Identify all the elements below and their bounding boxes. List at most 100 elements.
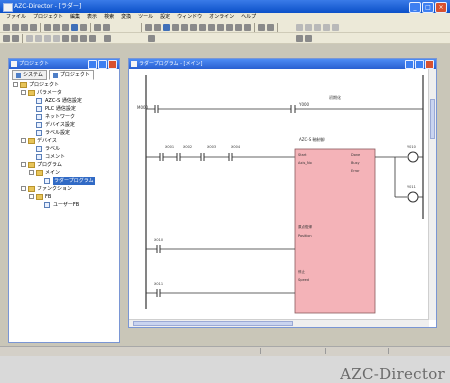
copy-icon[interactable] <box>53 24 60 31</box>
ladder-panel-titlebar[interactable]: ラダープログラム - [メイン] <box>129 59 436 69</box>
tree-item[interactable]: ネットワーク <box>11 113 117 121</box>
delete-line-icon[interactable] <box>199 24 206 31</box>
search-icon[interactable] <box>94 24 101 31</box>
tree-item[interactable]: ラダープログラム <box>11 177 117 185</box>
expand-icon[interactable] <box>29 194 34 199</box>
panel-maximize-button[interactable] <box>98 60 107 69</box>
vertical-scrollbar[interactable] <box>428 69 436 320</box>
read-icon[interactable] <box>244 24 251 31</box>
force-icon[interactable] <box>71 35 78 42</box>
line-h-icon[interactable] <box>181 24 188 31</box>
panel-close-button[interactable] <box>108 60 117 69</box>
build-icon[interactable] <box>217 24 224 31</box>
rung-4[interactable]: X011 停止 <box>146 269 306 297</box>
menu-item[interactable]: 編集 <box>70 13 80 22</box>
tree-item[interactable]: ラベル設定 <box>11 129 117 137</box>
list-icon[interactable] <box>89 35 96 42</box>
output-coil-2[interactable] <box>407 191 419 203</box>
online-icon[interactable] <box>258 24 265 31</box>
panel-close-button[interactable] <box>425 60 434 69</box>
expand-icon[interactable] <box>21 90 26 95</box>
open-folder-icon[interactable] <box>12 24 19 31</box>
option-icon[interactable] <box>305 35 312 42</box>
tree-item[interactable]: パラメータ <box>11 89 117 97</box>
contact-nc-icon[interactable] <box>154 24 161 31</box>
panel-maximize-button[interactable] <box>415 60 424 69</box>
expand-icon[interactable] <box>21 186 26 191</box>
menu-item[interactable]: 変換 <box>121 13 131 22</box>
menu-item[interactable]: 検索 <box>104 13 114 22</box>
write-icon[interactable] <box>235 24 242 31</box>
scroll-thumb[interactable] <box>133 321 293 326</box>
rung-2[interactable]: X001 X002 X003 X004 <box>146 145 295 161</box>
run-icon[interactable] <box>44 35 51 42</box>
menu-item[interactable]: ウィンドウ <box>177 13 202 22</box>
cut-icon[interactable] <box>44 24 51 31</box>
tree-item[interactable]: FB <box>11 193 117 201</box>
expand-icon[interactable] <box>21 162 26 167</box>
tree-item[interactable]: ラベル <box>11 145 117 153</box>
settings-icon[interactable] <box>296 35 303 42</box>
menu-item[interactable]: ツール <box>138 13 153 22</box>
horizontal-scrollbar[interactable] <box>129 319 429 327</box>
step-back-icon[interactable] <box>35 35 42 42</box>
contact-no-icon[interactable] <box>145 24 152 31</box>
expand-icon[interactable] <box>13 82 18 87</box>
zoom-out-icon[interactable] <box>305 24 312 31</box>
ladder-diagram[interactable]: M000 Y000 初期化 X001 X002 X003 X004 AZC-S … <box>129 69 429 314</box>
tab-project[interactable]: プロジェクト <box>48 70 94 80</box>
paste-icon[interactable] <box>62 24 69 31</box>
step-icon[interactable] <box>26 35 33 42</box>
line-v-icon[interactable] <box>190 24 197 31</box>
monitor-icon[interactable] <box>226 24 233 31</box>
output-coil-1[interactable] <box>407 151 419 163</box>
tree-item[interactable]: ユーザーFB <box>11 201 117 209</box>
tile-icon[interactable] <box>12 35 19 42</box>
undo-icon[interactable] <box>71 24 78 31</box>
new-file-icon[interactable] <box>3 24 10 31</box>
arrow-icon[interactable] <box>148 35 155 42</box>
tree-item[interactable]: プロジェクト <box>11 81 117 89</box>
title-bar[interactable]: AZC-Director - [ラダー] _ □ × <box>0 0 450 13</box>
menu-item[interactable]: ヘルプ <box>241 13 256 22</box>
tree-item[interactable]: プログラム <box>11 161 117 169</box>
tree-item[interactable]: メイン <box>11 169 117 177</box>
tab-system[interactable]: システム <box>12 70 47 80</box>
debug-icon[interactable] <box>62 35 69 42</box>
rung-1[interactable]: M000 Y000 初期化 <box>137 94 423 113</box>
tree-item[interactable]: デバイス <box>11 137 117 145</box>
maximize-button[interactable]: □ <box>422 2 434 13</box>
tree-item[interactable]: PLC 通信設定 <box>11 105 117 113</box>
rung-3[interactable]: X010 原点復帰 <box>146 224 312 253</box>
menu-item[interactable]: オンライン <box>209 13 234 22</box>
minimize-button[interactable]: _ <box>409 2 421 13</box>
function-block-icon[interactable] <box>172 24 179 31</box>
save-icon[interactable] <box>21 24 28 31</box>
chevron-down-icon[interactable] <box>104 35 111 42</box>
scroll-thumb[interactable] <box>430 99 435 139</box>
menu-item[interactable]: ファイル <box>6 13 26 22</box>
trace-icon[interactable] <box>80 35 87 42</box>
tree-item[interactable]: デバイス設定 <box>11 121 117 129</box>
compile-icon[interactable] <box>208 24 215 31</box>
menu-item[interactable]: プロジェクト <box>33 13 63 22</box>
offline-icon[interactable] <box>267 24 274 31</box>
grid-icon[interactable] <box>314 24 321 31</box>
stop-icon[interactable] <box>53 35 60 42</box>
menu-item[interactable]: 設定 <box>160 13 170 22</box>
help-icon[interactable] <box>323 24 330 31</box>
close-button[interactable]: × <box>435 2 447 13</box>
panel-minimize-button[interactable] <box>405 60 414 69</box>
tree-item[interactable]: コメント <box>11 153 117 161</box>
tree-item[interactable]: AZC-S 通信設定 <box>11 97 117 105</box>
print-icon[interactable] <box>30 24 37 31</box>
project-panel-titlebar[interactable]: プロジェクト <box>9 59 119 69</box>
coil-icon[interactable] <box>163 24 170 31</box>
replace-icon[interactable] <box>103 24 110 31</box>
expand-icon[interactable] <box>29 170 34 175</box>
tree-item[interactable]: ファンクション <box>11 185 117 193</box>
expand-icon[interactable] <box>21 138 26 143</box>
panel-minimize-button[interactable] <box>88 60 97 69</box>
menu-item[interactable]: 表示 <box>87 13 97 22</box>
zoom-in-icon[interactable] <box>296 24 303 31</box>
